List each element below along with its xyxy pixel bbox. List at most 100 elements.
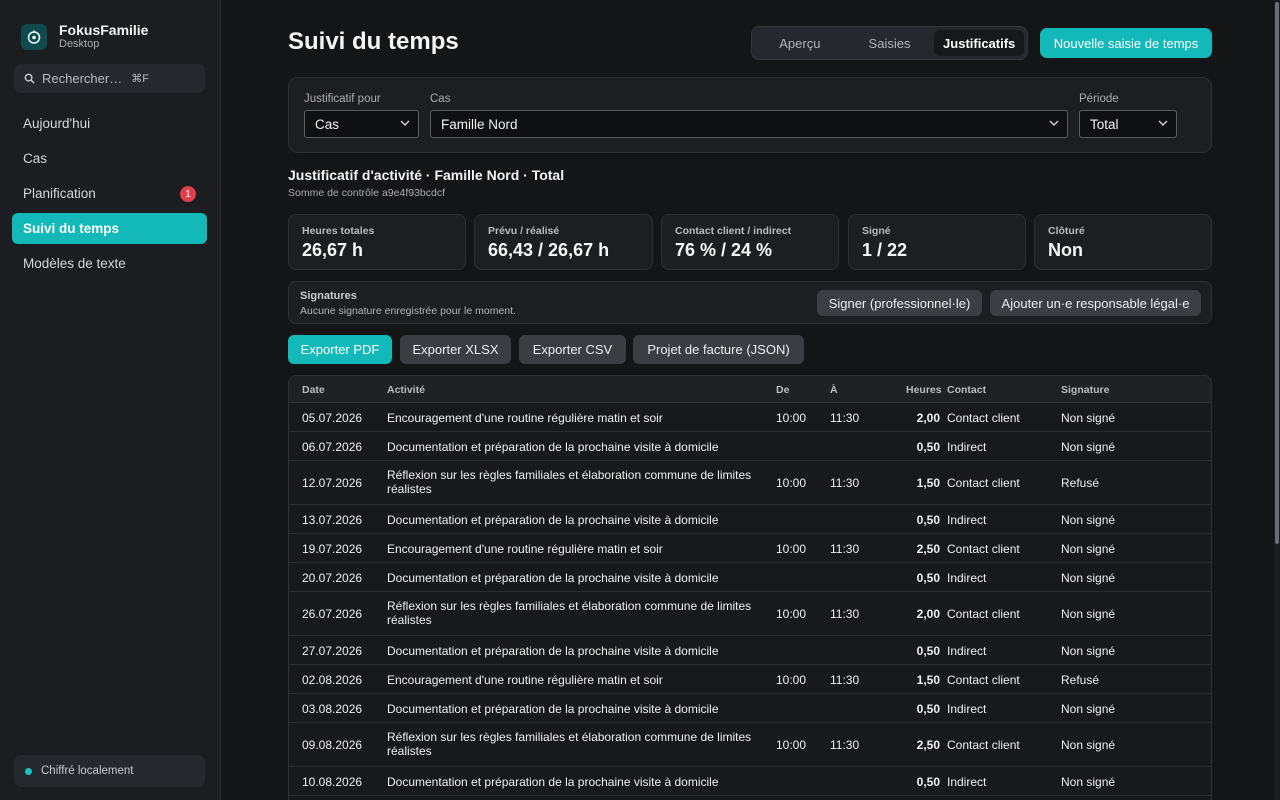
column-hours[interactable]: Heures xyxy=(906,384,942,396)
stat-value: Non xyxy=(1048,240,1083,260)
cell-signature: Non signé xyxy=(1061,738,1116,752)
entries-table: Date Activité De À Heures Contact Signat… xyxy=(288,375,1212,800)
cell-date: 19.07.2026 xyxy=(302,542,363,556)
cell-hours: 0,50 xyxy=(916,702,940,716)
column-signature[interactable]: Signature xyxy=(1061,384,1109,396)
add-legal-guardian-button[interactable]: Ajouter un·e responsable légal·e xyxy=(990,290,1201,316)
invoice-draft-json-button[interactable]: Projet de facture (JSON) xyxy=(633,335,804,364)
scrollbar[interactable] xyxy=(1274,0,1280,800)
sign-professional-button[interactable]: Signer (professionnel·le) xyxy=(817,290,982,316)
cell-signature: Non signé xyxy=(1061,411,1116,425)
encryption-status-label: Chiffré localement xyxy=(41,765,134,777)
table-row[interactable]: 20.07.2026 Documentation et préparation d… xyxy=(289,563,1211,592)
stat-value: 1 / 22 xyxy=(862,240,908,260)
signatures-panel: Signatures Aucune signature enregistrée … xyxy=(288,281,1212,324)
sidebar-item-time-tracking[interactable]: Suivi du temps xyxy=(12,213,207,244)
cell-contact: Contact client xyxy=(947,476,1020,490)
period-value: Total xyxy=(1090,116,1119,132)
table-row[interactable]: 02.08.2026 Encouragement d'une routine ré… xyxy=(289,665,1211,694)
table-header: Date Activité De À Heures Contact Signat… xyxy=(289,376,1211,403)
cell-from: 10:00 xyxy=(776,738,807,752)
stat-closed: Clôturé Non xyxy=(1034,214,1212,270)
receipt-for-select[interactable]: Cas xyxy=(304,110,419,138)
sidebar-item-text-templates[interactable]: Modèles de texte xyxy=(12,248,207,279)
table-row[interactable]: 03.08.2026 Documentation et préparation d… xyxy=(289,694,1211,723)
encryption-status: Chiffré localement xyxy=(14,755,205,787)
table-row[interactable]: 19.07.2026 Encouragement d'une routine ré… xyxy=(289,534,1211,563)
app-subtitle: Desktop xyxy=(59,38,100,50)
case-select[interactable]: Famille Nord xyxy=(430,110,1068,138)
period-select[interactable]: Total xyxy=(1079,110,1177,138)
sidebar-item-label: Cas xyxy=(23,151,48,166)
table-row[interactable]: 05.07.2026 Encouragement d'une routine ré… xyxy=(289,403,1211,432)
stat-label: Clôturé xyxy=(1048,225,1085,237)
search-placeholder: Rechercher… xyxy=(42,71,123,86)
brand: FokusFamilie Desktop xyxy=(21,22,148,51)
stat-total-hours: Heures totales 26,67 h xyxy=(288,214,466,270)
cell-to: 11:30 xyxy=(830,411,860,425)
main-content: Suivi du temps Aperçu Saisies Justificat… xyxy=(288,0,1212,800)
export-xlsx-button[interactable]: Exporter XLSX xyxy=(400,335,511,364)
chevron-down-icon xyxy=(1049,120,1059,126)
column-contact[interactable]: Contact xyxy=(947,384,986,396)
cell-contact: Indirect xyxy=(947,702,987,716)
scrollbar-thumb[interactable] xyxy=(1275,2,1279,544)
cell-signature: Non signé xyxy=(1061,542,1116,556)
cell-contact: Indirect xyxy=(947,571,987,585)
cell-date: 06.07.2026 xyxy=(302,440,363,454)
filter-panel: Justificatif pour Cas Cas Famille Nord P… xyxy=(288,77,1212,153)
cell-contact: Indirect xyxy=(947,644,987,658)
sidebar-item-planning[interactable]: Planification 1 xyxy=(12,178,207,209)
column-date[interactable]: Date xyxy=(302,384,325,396)
table-row[interactable]: 26.07.2026 Réflexion sur les règles famil… xyxy=(289,592,1211,636)
column-activity[interactable]: Activité xyxy=(387,384,425,396)
column-from[interactable]: De xyxy=(776,384,789,396)
export-csv-button[interactable]: Exporter CSV xyxy=(519,335,626,364)
sidebar-item-label: Aujourd'hui xyxy=(23,116,91,131)
filter-case-label: Cas xyxy=(430,93,451,105)
cell-date: 12.07.2026 xyxy=(302,476,363,490)
cell-date: 09.08.2026 xyxy=(302,738,363,752)
stat-label: Signé xyxy=(862,225,891,237)
tab-entries[interactable]: Saisies xyxy=(845,30,935,56)
sidebar-item-label: Suivi du temps xyxy=(23,221,120,236)
cell-activity: Documentation et préparation de la proch… xyxy=(387,775,719,789)
cell-activity: Documentation et préparation de la proch… xyxy=(387,571,719,585)
app-logo-icon xyxy=(21,23,47,50)
signatures-title: Signatures xyxy=(300,290,357,302)
cell-date: 13.07.2026 xyxy=(302,513,363,527)
cell-activity: Documentation et préparation de la proch… xyxy=(387,702,719,716)
table-row[interactable]: 06.07.2026 Documentation et préparation d… xyxy=(289,432,1211,461)
sidebar: FokusFamilie Desktop Rechercher… ⌘F Aujo… xyxy=(0,0,221,800)
sidebar-item-cases[interactable]: Cas xyxy=(12,143,207,174)
sidebar-nav: Aujourd'hui Cas Planification 1 Suivi du … xyxy=(12,108,207,283)
status-dot-icon xyxy=(25,767,32,775)
cell-contact: Contact client xyxy=(947,673,1020,687)
cell-date: 20.07.2026 xyxy=(302,571,363,585)
sidebar-item-label: Modèles de texte xyxy=(23,256,126,271)
tab-receipts[interactable]: Justificatifs xyxy=(934,30,1025,56)
column-to[interactable]: À xyxy=(830,384,838,396)
cell-date: 10.08.2026 xyxy=(302,775,363,789)
cell-from: 10:00 xyxy=(776,542,807,556)
report-title: Justificatif d'activité · Famille Nord ·… xyxy=(288,167,565,183)
table-row[interactable]: 27.07.2026 Documentation et préparation d… xyxy=(289,636,1211,665)
stat-value: 26,67 h xyxy=(302,240,364,260)
table-row[interactable]: 10.08.2026 Documentation et préparation d… xyxy=(289,767,1211,796)
cell-signature: Refusé xyxy=(1061,673,1100,687)
cell-date: 26.07.2026 xyxy=(302,607,363,621)
cell-hours: 1,50 xyxy=(916,476,940,490)
stat-planned-done: Prévu / réalisé 66,43 / 26,67 h xyxy=(474,214,653,270)
cell-activity: Encouragement d'une routine régulière ma… xyxy=(387,411,663,425)
search-input[interactable]: Rechercher… ⌘F xyxy=(14,64,205,93)
tab-overview[interactable]: Aperçu xyxy=(755,30,845,56)
sidebar-item-today[interactable]: Aujourd'hui xyxy=(12,108,207,139)
new-time-entry-button[interactable]: Nouvelle saisie de temps xyxy=(1040,28,1212,58)
table-row[interactable]: 09.08.2026 Réflexion sur les règles famil… xyxy=(289,723,1211,767)
export-pdf-button[interactable]: Exporter PDF xyxy=(288,335,392,364)
page-title: Suivi du temps xyxy=(288,28,459,55)
table-row[interactable]: 13.07.2026 Documentation et préparation d… xyxy=(289,505,1211,534)
cell-hours: 2,50 xyxy=(916,542,940,556)
cell-signature: Non signé xyxy=(1061,775,1116,789)
table-row[interactable]: 12.07.2026 Réflexion sur les règles famil… xyxy=(289,461,1211,505)
